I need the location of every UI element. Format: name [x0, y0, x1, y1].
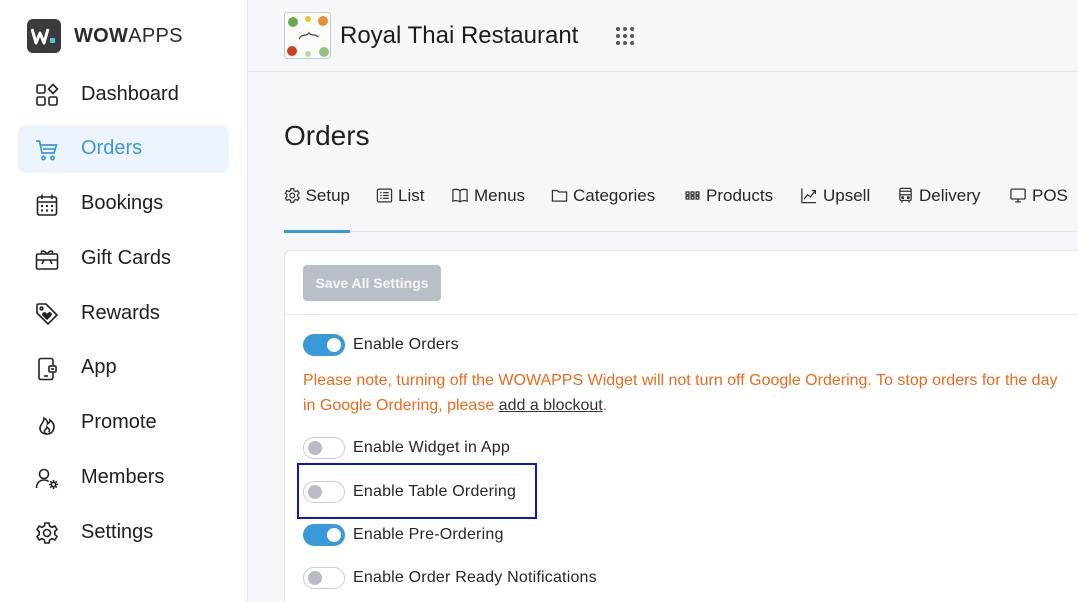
sidebar-item-bookings[interactable]: Bookings: [18, 180, 229, 228]
tab-label: Setup: [305, 186, 350, 205]
sidebar-item-rewards[interactable]: Rewards: [18, 289, 229, 337]
enable-orders-row: Enable Orders: [303, 334, 459, 356]
sidebar-item-members[interactable]: Members: [18, 454, 229, 502]
flame-icon: [39, 416, 55, 435]
dashboard-icon: [36, 83, 59, 106]
sidebar-item-label: Orders: [81, 137, 143, 160]
divider: [285, 314, 1078, 315]
calendar-icon: [36, 194, 58, 216]
sidebar-item-orders[interactable]: Orders: [18, 124, 229, 173]
tab-products[interactable]: Products: [684, 180, 773, 232]
tab-pos[interactable]: POS: [1009, 180, 1068, 232]
sidebar-item-label: App: [81, 356, 117, 379]
enable-pre-ordering-label: Enable Pre-Ordering: [353, 526, 504, 543]
gift-card-icon: [35, 250, 59, 271]
sidebar-item-label: Members: [81, 466, 165, 489]
brand-logo[interactable]: WOWAPPS: [27, 19, 183, 53]
tab-categories[interactable]: Categories: [551, 180, 655, 232]
chart-line-icon: [801, 188, 817, 204]
sidebar: WOWAPPS Dashboard Orders Bookings Gift C…: [0, 0, 248, 602]
tab-label: Delivery: [919, 186, 981, 205]
enable-widget-label: Enable Widget in App: [353, 439, 510, 456]
sidebar-item-gift-cards[interactable]: Gift Cards: [18, 234, 229, 282]
sidebar-nav: Dashboard Orders Bookings Gift Cards Rew…: [18, 70, 229, 563]
tab-label: Products: [706, 186, 774, 205]
page-title: Orders: [284, 120, 370, 151]
save-all-settings-button[interactable]: Save All Settings: [303, 265, 441, 301]
tag-heart-icon: [36, 303, 59, 326]
monitor-icon: [1010, 188, 1026, 203]
tab-label: Categories: [573, 186, 656, 205]
sidebar-item-dashboard[interactable]: Dashboard: [18, 70, 229, 118]
book-icon: [452, 188, 468, 203]
tab-label: List: [398, 186, 425, 205]
sidebar-item-settings[interactable]: Settings: [18, 508, 229, 556]
sidebar-item-promote[interactable]: Promote: [18, 399, 229, 447]
tab-label: POS: [1032, 186, 1068, 205]
enable-order-ready-label: Enable Order Ready Notifications: [353, 569, 597, 586]
grid-icon: [685, 191, 700, 200]
tab-label: Upsell: [823, 186, 871, 205]
brand-name: WOWAPPS: [74, 24, 183, 47]
restaurant-name: Royal Thai Restaurant: [340, 22, 579, 49]
google-ordering-note: Please note, turning off the WOWAPPS Wid…: [303, 372, 1058, 414]
enable-orders-toggle[interactable]: [303, 334, 345, 356]
bus-icon: [899, 187, 912, 203]
sidebar-item-label: Gift Cards: [81, 246, 172, 269]
tab-setup[interactable]: Setup: [284, 180, 350, 233]
phone-icon: [38, 357, 57, 381]
members-icon: [35, 468, 58, 489]
restaurant-logo: [284, 12, 331, 59]
enable-widget-toggle[interactable]: [303, 437, 345, 459]
enable-order-ready-row: Enable Order Ready Notifications: [303, 567, 597, 589]
enable-pre-ordering-row: Enable Pre-Ordering: [303, 524, 504, 546]
tab-delivery[interactable]: Delivery: [897, 180, 980, 232]
orders-tabs: Setup List Menus Categories Products Ups…: [284, 180, 1078, 233]
tab-upsell[interactable]: Upsell: [800, 180, 870, 232]
gear-icon: [35, 522, 59, 545]
sidebar-item-label: Rewards: [81, 301, 160, 324]
cart-icon: [36, 139, 58, 161]
wowapps-logo-icon: [27, 19, 61, 53]
sidebar-item-label: Bookings: [81, 192, 164, 215]
tab-list[interactable]: List: [376, 180, 424, 232]
enable-pre-ordering-toggle[interactable]: [303, 524, 345, 546]
sidebar-item-label: Dashboard: [81, 82, 179, 105]
gear-icon: [284, 187, 300, 204]
settings-card: Save All Settings Enable Orders Please n…: [284, 250, 1078, 602]
tab-label: Menus: [474, 186, 526, 205]
add-blockout-link[interactable]: add a blockout: [499, 397, 603, 414]
list-icon: [376, 188, 393, 203]
highlight-box: [297, 463, 537, 519]
sidebar-item-label: Settings: [81, 520, 154, 543]
sidebar-item-app[interactable]: App: [18, 344, 229, 392]
top-header: Royal Thai Restaurant: [248, 0, 1078, 72]
enable-widget-row: Enable Widget in App: [303, 437, 510, 459]
apps-grid-icon[interactable]: [615, 26, 635, 46]
enable-order-ready-toggle[interactable]: [303, 567, 345, 589]
tab-menus[interactable]: Menus: [451, 180, 525, 232]
folder-icon: [551, 189, 568, 202]
enable-orders-label: Enable Orders: [353, 336, 459, 353]
sidebar-item-label: Promote: [81, 411, 157, 434]
